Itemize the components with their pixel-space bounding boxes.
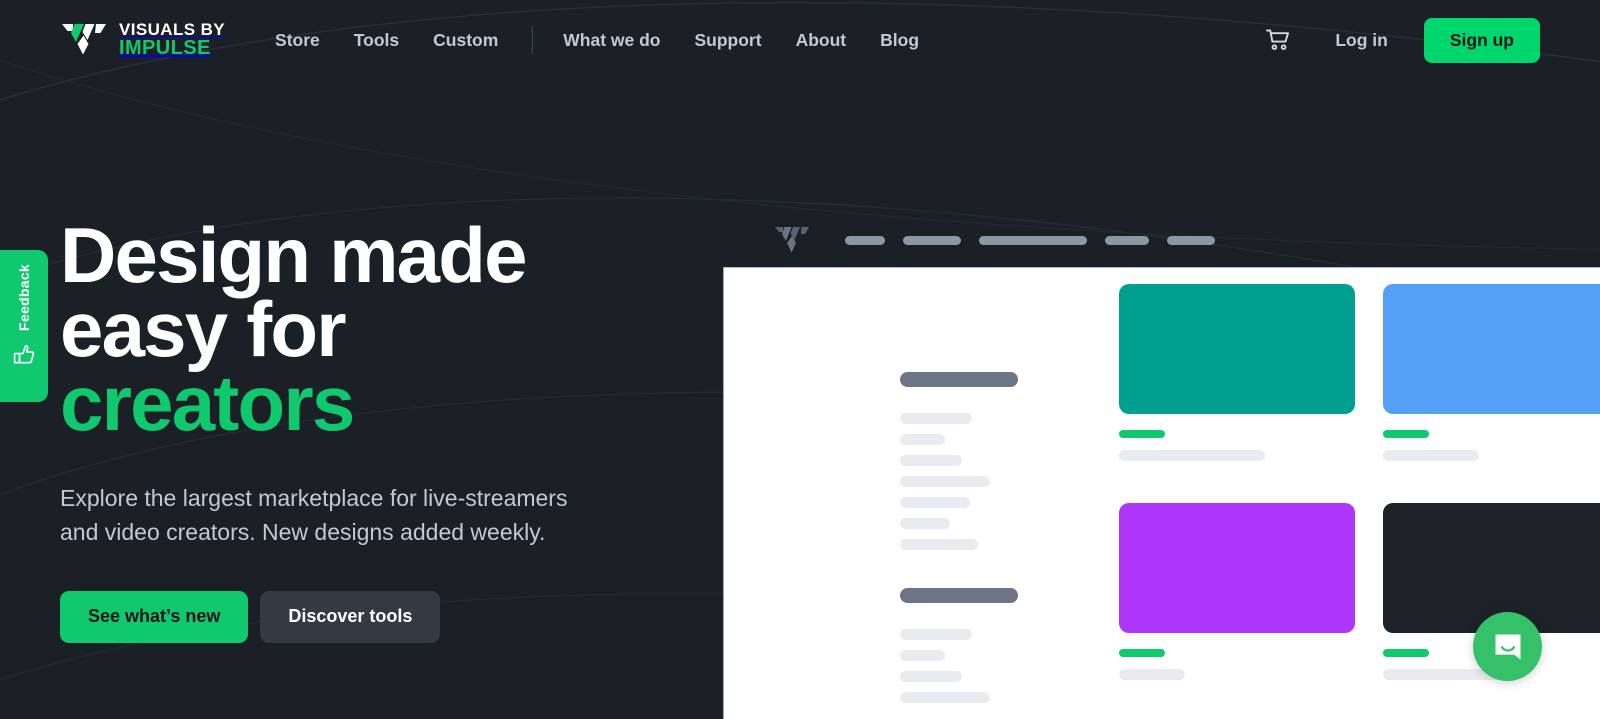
card-caption-placeholder xyxy=(1383,450,1479,461)
nav-item-about[interactable]: About xyxy=(796,30,847,51)
nav-item-tools[interactable]: Tools xyxy=(354,30,399,51)
subhead-line-2: and video creators. New designs added we… xyxy=(60,518,546,545)
purple-card-thumbnail xyxy=(1119,503,1355,633)
mockup-card[interactable] xyxy=(1383,284,1600,461)
sidebar-placeholder-line xyxy=(900,539,978,550)
sidebar-placeholder-line xyxy=(900,692,990,703)
card-caption-placeholder xyxy=(1119,450,1265,461)
card-accent-bar xyxy=(1383,430,1429,438)
hero-section: Design made easy for creators Explore th… xyxy=(60,216,720,643)
sidebar-placeholder-line xyxy=(900,476,990,487)
card-caption-placeholder xyxy=(1119,669,1185,680)
mockup-card[interactable] xyxy=(1119,503,1355,680)
sidebar-placeholder-line xyxy=(900,455,962,466)
card-accent-bar xyxy=(1383,649,1429,657)
card-accent-bar xyxy=(1119,430,1165,438)
sidebar-placeholder-line xyxy=(900,629,972,640)
shopping-cart-icon xyxy=(1266,29,1290,51)
toolbar-placeholder-bar xyxy=(845,236,885,245)
see-whats-new-button[interactable]: See what’s new xyxy=(60,590,249,643)
nav-item-what-we-do[interactable]: What we do xyxy=(563,30,660,51)
chat-bubble-smile-icon xyxy=(1495,634,1520,660)
toolbar-placeholder-bar xyxy=(903,236,961,245)
toolbar-placeholder-bar xyxy=(979,236,1087,245)
app-mockup-panel xyxy=(723,267,1600,719)
nav-item-support[interactable]: Support xyxy=(695,30,762,51)
nav-links: Store Tools Custom What we do Support Ab… xyxy=(275,26,953,54)
top-navigation-bar: VISUALS BY IMPULSE Store Tools Custom Wh… xyxy=(0,0,1600,80)
chevron-v-logo-icon xyxy=(62,24,106,55)
nav-item-blog[interactable]: Blog xyxy=(880,30,919,51)
nav-right-actions: Log in Sign up xyxy=(1261,17,1540,63)
discover-tools-button[interactable]: Discover tools xyxy=(260,590,441,643)
hero-headline: Design made easy for creators xyxy=(60,216,720,442)
chat-launcher-button[interactable] xyxy=(1473,612,1542,681)
sidebar-placeholder-line xyxy=(900,671,962,682)
chevron-v-logo-watermark-icon xyxy=(775,227,809,253)
hero-subheadline: Explore the largest marketplace for live… xyxy=(60,482,660,549)
sidebar-placeholder-line xyxy=(900,497,970,508)
hero-cta-row: See what’s new Discover tools xyxy=(60,590,720,643)
feedback-tab[interactable]: Feedback xyxy=(0,250,48,402)
teal-card-thumbnail xyxy=(1119,284,1355,414)
sidebar-placeholder-line xyxy=(900,518,950,529)
brand-logo[interactable]: VISUALS BY IMPULSE xyxy=(60,21,225,59)
page-root: VISUALS BY IMPULSE Store Tools Custom Wh… xyxy=(0,0,1600,719)
mockup-toolbar xyxy=(845,236,1233,245)
logo-line-2: IMPULSE xyxy=(119,37,211,60)
sidebar-placeholder-line xyxy=(900,434,945,445)
sidebar-placeholder-line xyxy=(900,650,945,661)
signup-button[interactable]: Sign up xyxy=(1423,17,1540,63)
sidebar-placeholder-line xyxy=(900,413,972,424)
thumbs-up-icon xyxy=(13,345,35,364)
mockup-card[interactable] xyxy=(1119,284,1355,461)
logo-line-1: VISUALS BY xyxy=(119,19,226,39)
feedback-label: Feedback xyxy=(16,264,32,331)
headline-accent-word: creators xyxy=(60,359,355,448)
subhead-line-1: Explore the largest marketplace for live… xyxy=(60,485,568,512)
cart-button[interactable] xyxy=(1261,23,1295,57)
card-accent-bar xyxy=(1119,649,1165,657)
nav-divider xyxy=(532,26,534,54)
sidebar-section-title xyxy=(900,372,1018,387)
blue-card-thumbnail xyxy=(1383,284,1600,414)
nav-item-custom[interactable]: Custom xyxy=(433,30,498,51)
nav-item-store[interactable]: Store xyxy=(275,30,320,51)
mockup-sidebar xyxy=(900,372,1070,713)
sidebar-section-title xyxy=(900,588,1018,603)
dark-card-thumbnail xyxy=(1383,503,1600,633)
toolbar-placeholder-bar xyxy=(1167,236,1215,245)
toolbar-placeholder-bar xyxy=(1105,236,1149,245)
login-link[interactable]: Log in xyxy=(1335,30,1387,51)
mockup-body xyxy=(724,268,1600,719)
